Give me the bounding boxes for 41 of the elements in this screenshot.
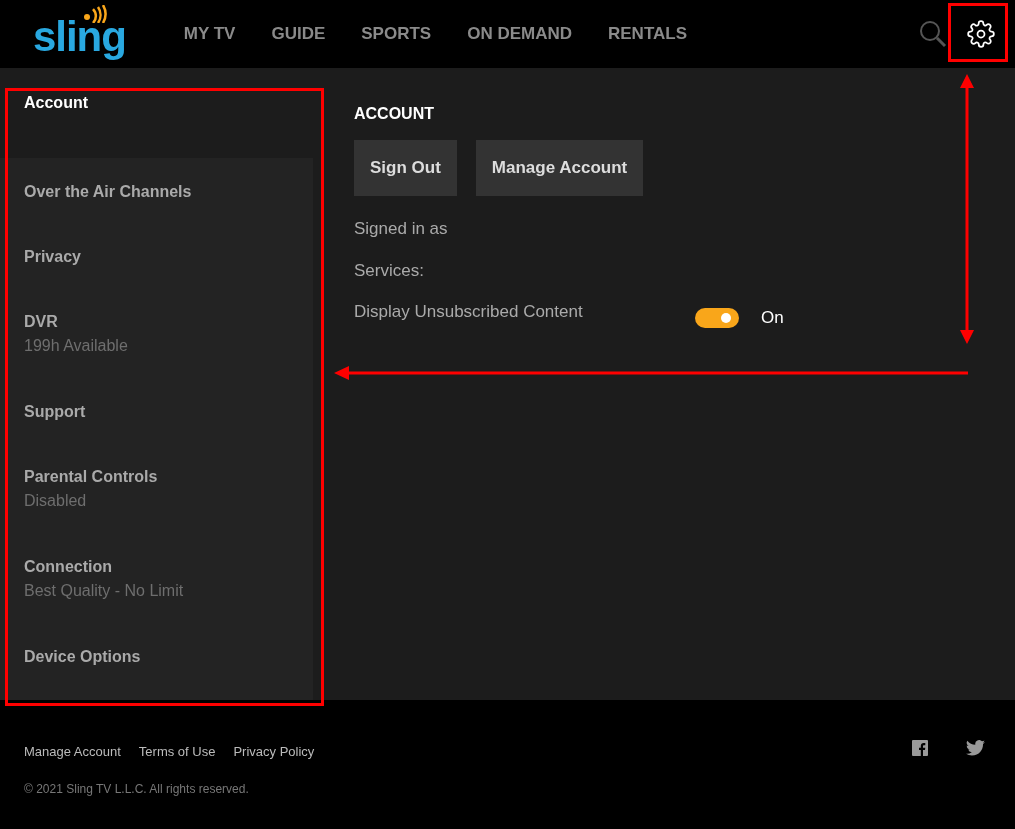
item-detail: 199h Available <box>24 336 129 356</box>
sidebar-item[interactable]: Support <box>0 378 313 443</box>
footer-link[interactable]: Privacy Policy <box>233 742 315 762</box>
setting-label: Display Unsubscribed Content <box>354 301 584 323</box>
item-label: Account <box>24 93 89 113</box>
sidebar-item[interactable]: DVR 199h Available <box>0 288 313 378</box>
sidebar-item[interactable]: Over the Air Channels <box>0 158 313 223</box>
sidebar-item[interactable]: Parental Controls Disabled <box>0 443 313 533</box>
item-detail: Disabled <box>24 491 88 511</box>
services-label: Services: <box>354 259 425 282</box>
item-label: Parental Controls <box>24 467 159 487</box>
item-label: Support <box>24 402 87 422</box>
toggle-switch[interactable] <box>695 307 739 328</box>
item-label: Over the Air Channels <box>24 182 193 202</box>
footer-link[interactable]: Terms of Use <box>138 742 216 762</box>
nav-link[interactable]: MY TV <box>183 21 236 47</box>
action-button[interactable]: Sign Out <box>354 140 457 196</box>
nav-link[interactable]: GUIDE <box>271 21 326 47</box>
item-label: Connection <box>24 557 113 577</box>
copyright-text: © 2021 Sling TV L.L.C. All rights reserved. <box>24 780 250 798</box>
signed-in-label: Signed in as <box>354 218 449 240</box>
search-icon[interactable] <box>919 20 947 48</box>
sling-logo[interactable]: sling <box>33 5 128 63</box>
nav-link[interactable]: ON DEMAND <box>467 21 572 47</box>
twitter-icon[interactable] <box>966 740 985 756</box>
sidebar-item[interactable]: Connection Best Quality - No Limit <box>0 533 313 623</box>
item-label: DVR <box>24 312 59 332</box>
section-title: ACCOUNT <box>354 104 435 124</box>
sidebar-item[interactable]: Privacy <box>0 223 313 288</box>
highlight-frame <box>948 3 1008 62</box>
settings-icon[interactable] <box>967 20 995 48</box>
nav-link[interactable]: SPORTS <box>361 21 432 47</box>
item-detail: Best Quality - No Limit <box>24 581 185 601</box>
footer-link[interactable]: Manage Account <box>24 742 121 762</box>
action-button[interactable]: Manage Account <box>475 140 644 196</box>
nav-link[interactable]: RENTALS <box>608 21 687 47</box>
sidebar-item[interactable]: Device Options <box>0 623 313 700</box>
item-label: Device Options <box>24 647 142 667</box>
facebook-icon[interactable] <box>912 740 928 756</box>
item-label: Privacy <box>24 247 82 267</box>
toggle-state: On <box>761 307 784 329</box>
